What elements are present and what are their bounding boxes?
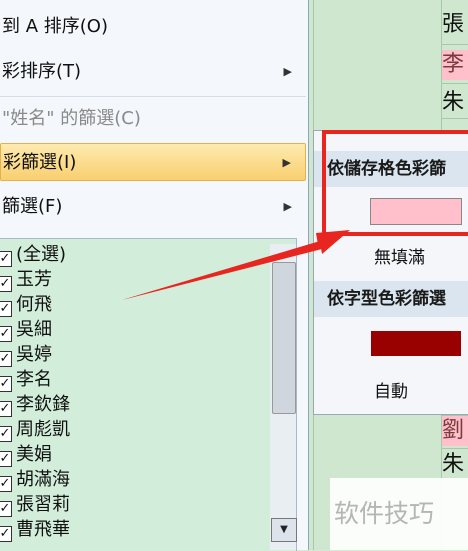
watermark: 软件技巧 [330,478,468,550]
annotation-arrow-icon [122,230,350,300]
